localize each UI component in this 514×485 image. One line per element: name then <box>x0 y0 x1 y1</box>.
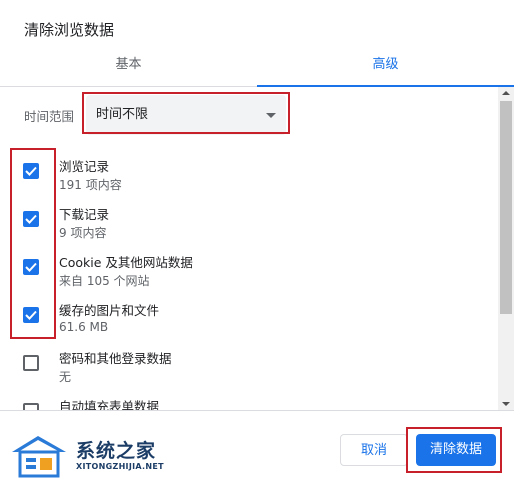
option-subtitle: 9 项内容 <box>59 226 107 240</box>
download-history-checkbox[interactable] <box>23 211 39 227</box>
watermark-name: 系统之家 <box>76 440 157 462</box>
time-range-select[interactable]: 时间不限 <box>86 95 286 135</box>
tab-basic[interactable]: 基本 <box>0 50 257 86</box>
option-title: 自动填充表单数据 <box>59 399 160 410</box>
house-logo-icon <box>12 436 66 478</box>
clear-data-button[interactable]: 清除数据 <box>416 434 496 466</box>
tab-advanced[interactable]: 高级 <box>257 50 514 86</box>
option-subtitle: 191 项内容 <box>59 178 122 192</box>
option-browsing-history: 浏览记录 191 项内容 <box>0 151 498 199</box>
option-passwords: 密码和其他登录数据 无 <box>0 343 498 391</box>
check-icon <box>25 166 37 176</box>
passwords-checkbox[interactable] <box>23 355 39 371</box>
scrollbar[interactable] <box>498 87 514 410</box>
check-icon <box>25 310 37 320</box>
watermark-logo: 系统之家 XITONGZHIJIA.NET <box>10 432 170 480</box>
check-icon <box>25 214 37 224</box>
time-range-label: 时间范围 <box>24 109 75 124</box>
scroll-up-arrow-icon[interactable] <box>502 91 510 95</box>
clear-browsing-data-dialog: 清除浏览数据 基本 高级 时间范围 时间不限 浏览记录 191 项内容 下载记录… <box>0 0 514 485</box>
option-title: 密码和其他登录数据 <box>59 351 172 366</box>
options-panel: 时间范围 时间不限 浏览记录 191 项内容 下载记录 9 项内容 Cookie… <box>0 87 498 410</box>
option-cached-images: 缓存的图片和文件 61.6 MB <box>0 295 498 343</box>
dialog-title: 清除浏览数据 <box>24 21 115 39</box>
scroll-down-arrow-icon[interactable] <box>502 402 510 406</box>
cookies-checkbox[interactable] <box>23 259 39 275</box>
option-download-history: 下载记录 9 项内容 <box>0 199 498 247</box>
option-subtitle: 来自 105 个网站 <box>59 274 150 288</box>
cached-images-checkbox[interactable] <box>23 307 39 323</box>
check-icon <box>25 262 37 272</box>
option-subtitle: 无 <box>59 370 72 384</box>
autofill-checkbox[interactable] <box>23 403 39 410</box>
browsing-history-checkbox[interactable] <box>23 163 39 179</box>
option-title: 下载记录 <box>59 207 110 222</box>
time-range-value: 时间不限 <box>96 107 149 122</box>
tab-bar: 基本 高级 <box>0 50 514 87</box>
watermark-domain: XITONGZHIJIA.NET <box>76 462 164 471</box>
dropdown-arrow-icon <box>266 113 276 118</box>
cancel-button[interactable]: 取消 <box>340 434 408 466</box>
option-title: 浏览记录 <box>59 159 110 174</box>
option-title: Cookie 及其他网站数据 <box>59 255 193 270</box>
option-cookies: Cookie 及其他网站数据 来自 105 个网站 <box>0 247 498 295</box>
scroll-thumb[interactable] <box>500 101 512 314</box>
option-title: 缓存的图片和文件 <box>59 303 160 318</box>
option-subtitle: 61.6 MB <box>59 320 109 334</box>
option-autofill: 自动填充表单数据 <box>0 391 498 410</box>
